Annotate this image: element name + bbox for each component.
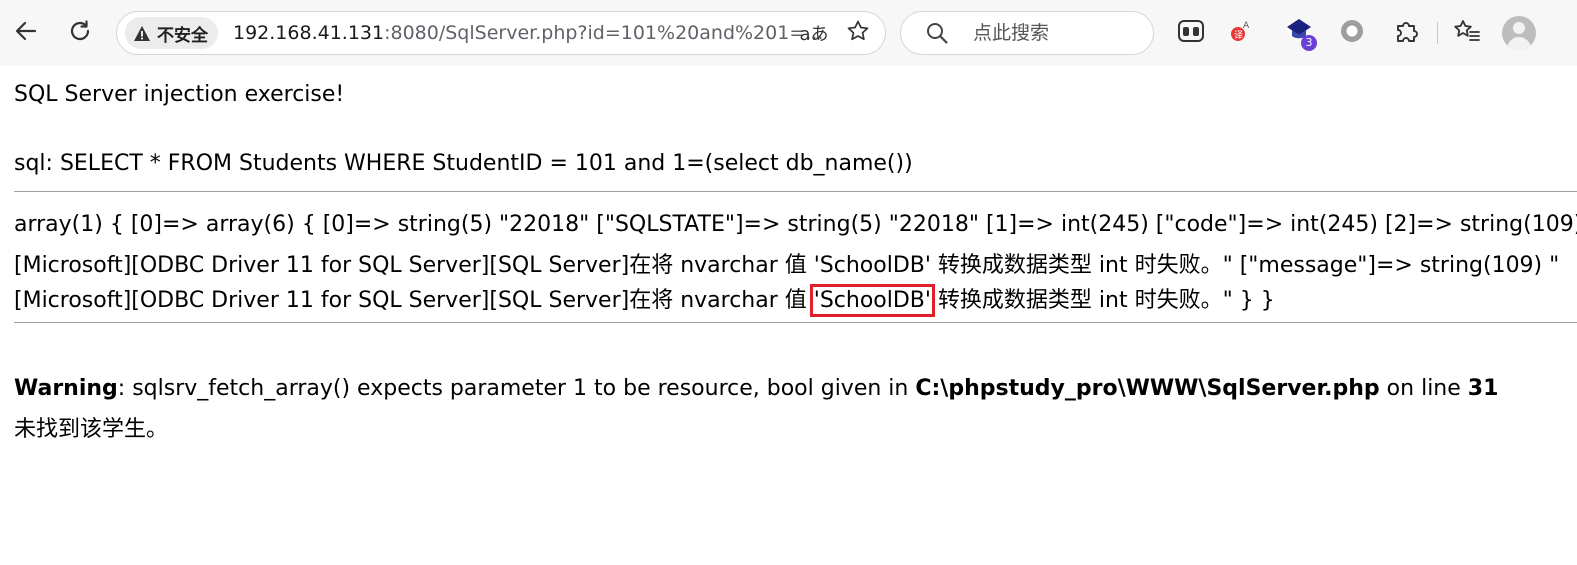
translate-extension-button[interactable]: A译 [1222,13,1262,53]
separator-top [14,191,1577,192]
split-screen-button[interactable] [1171,13,1211,53]
favorites-icon [1453,18,1481,48]
read-aloud-button[interactable]: aあ [797,12,831,54]
browser-toolbar: 不安全 192.168.41.131:8080/SqlServer.php?id… [0,0,1577,66]
extension-button-circle[interactable] [1332,13,1372,53]
sql-query-line: sql: SELECT * FROM Students WHERE Studen… [14,151,913,176]
dump-line-3-after: 转换成数据类型 int 时失败。" } } [930,288,1275,313]
warning-line-number: 31 [1467,376,1499,401]
extension-icon [1339,18,1365,48]
back-icon [13,18,39,48]
separator-bottom [14,322,1577,323]
url-host: 192.168.41.131 [233,22,385,44]
search-box[interactable]: 点此搜索 [900,11,1154,55]
page-heading: SQL Server injection exercise! [14,82,345,107]
url-path: :8080/SqlServer.php?id=101%20and%201=... [384,22,824,44]
highlighted-db-name: 'SchoolDB' [809,284,935,317]
url-text[interactable]: 192.168.41.131:8080/SqlServer.php?id=101… [233,12,823,54]
dump-line-3: [Microsoft][ODBC Driver 11 for SQL Serve… [14,282,1275,317]
search-icon [925,21,949,49]
not-found-message: 未找到该学生。 [14,417,169,442]
back-button[interactable] [6,13,46,53]
php-warning: Warning: sqlsrv_fetch_array() expects pa… [14,376,1498,401]
security-label: 不安全 [157,25,208,46]
dump-line-3-before: [Microsoft][ODBC Driver 11 for SQL Serve… [14,288,814,313]
extension-badge: 3 [1301,35,1317,51]
refresh-icon [67,18,93,48]
split-screen-icon [1178,20,1204,46]
svg-text:A: A [1243,21,1250,31]
warning-label: Warning [14,376,118,401]
security-indicator[interactable]: 不安全 [125,17,218,49]
dump-line-1: array(1) { [0]=> array(6) { [0]=> string… [14,212,1577,237]
refresh-button[interactable] [60,13,100,53]
toolbar-divider [1437,22,1438,44]
profile-button[interactable] [1502,16,1536,50]
extensions-menu-button[interactable] [1386,13,1426,53]
extension-button-badge[interactable]: 3 [1279,13,1319,53]
puzzle-icon [1393,18,1419,48]
read-aloud-icon: aあ [799,24,829,45]
svg-text:译: 译 [1234,30,1243,41]
search-placeholder: 点此搜索 [973,22,1050,44]
warning-text: : sqlsrv_fetch_array() expects parameter… [117,376,916,401]
warning-file-path: C:\phpstudy_pro\WWW\SqlServer.php [915,376,1380,401]
translate-icon: A译 [1229,18,1255,48]
page-content: SQL Server injection exercise! sql: SELE… [0,66,1577,565]
favorites-button[interactable] [1447,13,1487,53]
dump-line-2: [Microsoft][ODBC Driver 11 for SQL Serve… [14,253,1560,278]
warning-icon [133,25,151,42]
favorite-button[interactable] [841,12,875,54]
address-bar[interactable]: 不安全 192.168.41.131:8080/SqlServer.php?id… [116,11,886,55]
warning-on-line: on line [1379,376,1468,401]
favorite-star-icon [846,19,870,47]
